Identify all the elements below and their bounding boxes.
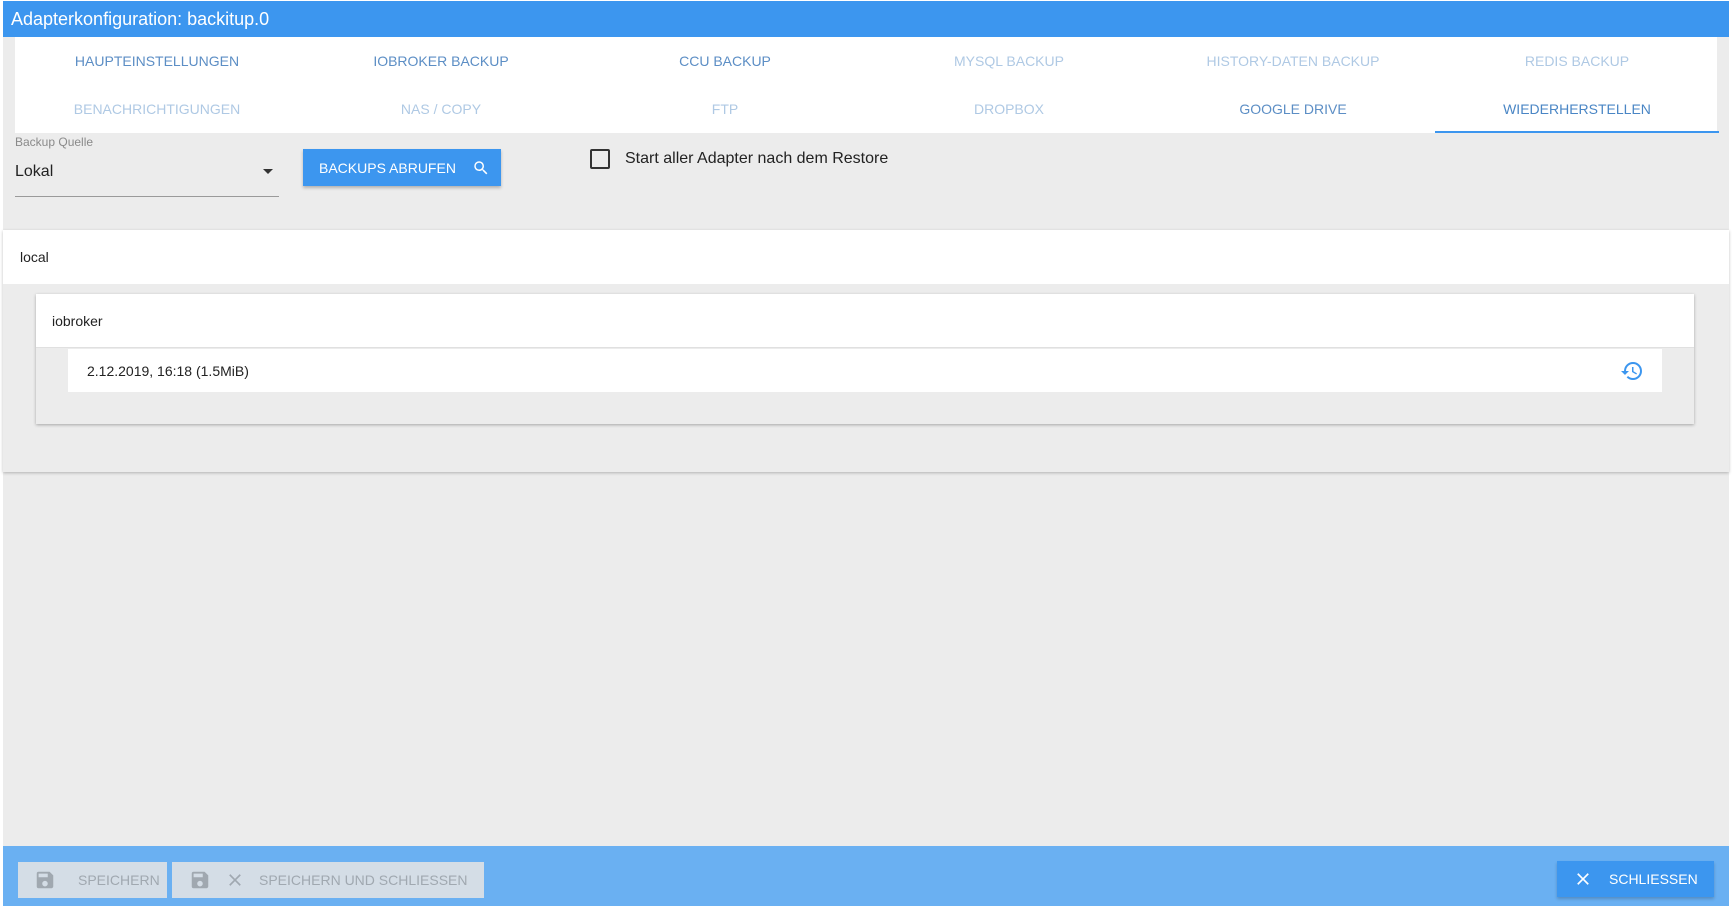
tab-bar: HAUPTEINSTELLUNGEN IOBROKER BACKUP CCU B… [15, 37, 1719, 133]
close-icon [229, 874, 241, 886]
start-adapters-checkbox[interactable] [590, 149, 610, 169]
backup-group-header[interactable]: iobroker [36, 294, 1694, 348]
history-icon[interactable] [1620, 359, 1644, 383]
tab-ccu-backup[interactable]: CCU BACKUP [583, 37, 867, 85]
tab-mysql-backup: MYSQL BACKUP [954, 53, 1064, 69]
backup-item-label: 2.12.2019, 16:18 (1.5MiB) [87, 362, 249, 379]
tab-wiederherstellen[interactable]: WIEDERHERSTELLEN [1435, 85, 1719, 133]
footer-bar: SPEICHERN SPEICHERN UND SCHLIESSEN SCHLI… [3, 846, 1729, 906]
fetch-backups-label: BACKUPS ABRUFEN [319, 159, 456, 176]
chevron-down-icon[interactable] [263, 169, 273, 174]
fetch-backups-button[interactable]: BACKUPS ABRUFEN [303, 149, 501, 186]
backup-source-label: Backup Quelle [15, 135, 94, 149]
tab-haupteinstellungen[interactable]: HAUPTEINSTELLUNGEN [15, 37, 299, 85]
backup-location-panel: local iobroker 2.12.2019, 16:18 (1.5MiB) [3, 230, 1729, 472]
save-and-close-label: SPEICHERN UND SCHLIESSEN [259, 872, 468, 888]
backup-source-select[interactable]: Backup Quelle Lokal [15, 135, 279, 199]
tab-iobroker-backup[interactable]: IOBROKER BACKUP [299, 37, 583, 85]
floppy-disk-icon [36, 871, 54, 889]
floppy-disk-icon [191, 871, 209, 889]
start-adapters-label: Start aller Adapter nach dem Restore [625, 150, 889, 167]
backup-source-value[interactable]: Lokal [15, 163, 53, 181]
start-adapters-option[interactable]: Start aller Adapter nach dem Restore [590, 149, 888, 169]
save-and-close-button[interactable]: SPEICHERN UND SCHLIESSEN [172, 862, 484, 898]
tab-google-drive[interactable]: GOOGLE DRIVE [1151, 85, 1435, 133]
close-icon [1577, 873, 1589, 885]
tab-ftp: FTP [711, 101, 739, 117]
backup-group-panel: iobroker 2.12.2019, 16:18 (1.5MiB) [36, 294, 1694, 424]
tab-benachrichtigungen: BENACHRICHTIGUNGEN [73, 101, 241, 117]
save-button[interactable]: SPEICHERN [18, 862, 167, 898]
window-title: Adapterkonfiguration: backitup.0 [3, 1, 1729, 37]
close-button[interactable]: SCHLIESSEN [1557, 861, 1714, 897]
tab-history-daten-backup: HISTORY-DATEN BACKUP [1206, 53, 1380, 69]
tab-redis-backup: REDIS BACKUP [1524, 53, 1630, 69]
close-label: SCHLIESSEN [1609, 871, 1698, 887]
backup-list-item: 2.12.2019, 16:18 (1.5MiB) [68, 349, 1662, 392]
backup-location-header[interactable]: local [3, 230, 1729, 284]
tab-dropbox: DROPBOX [973, 101, 1044, 117]
tab-nas-copy: NAS / COPY [400, 101, 482, 117]
save-label: SPEICHERN [78, 872, 160, 888]
adapter-config-window: Adapterkonfiguration: backitup.0 HAUPTEI… [3, 1, 1729, 906]
select-underline [15, 196, 279, 197]
search-icon [474, 160, 488, 174]
